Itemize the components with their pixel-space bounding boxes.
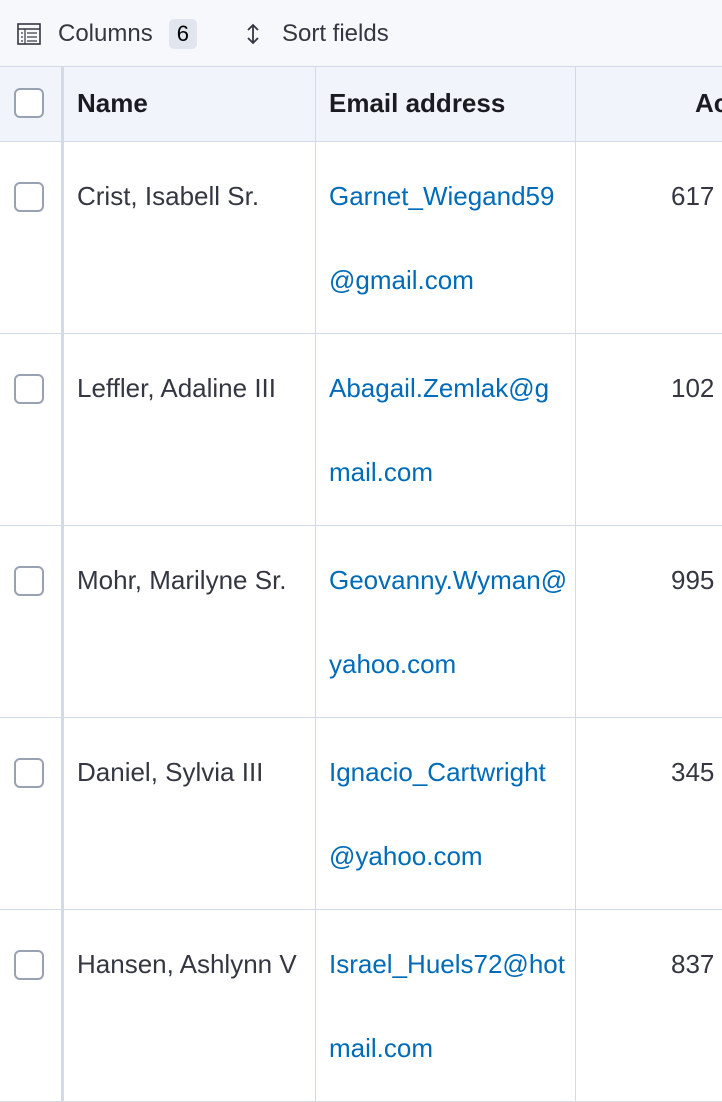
- table-row: Daniel, Sylvia III Ignacio_Cartwright@ya…: [0, 718, 722, 910]
- columns-button[interactable]: Columns 6: [16, 0, 197, 67]
- email-cell: Israel_Huels72@hotmail.com: [315, 910, 575, 1101]
- column-header-label: Name: [77, 88, 148, 118]
- email-link[interactable]: Abagail.Zemlak@gmail.com: [329, 346, 569, 514]
- table-row: Leffler, Adaline III Abagail.Zemlak@gmai…: [0, 334, 722, 526]
- email-cell: Geovanny.Wyman@yahoo.com: [315, 526, 575, 717]
- email-cell: Ignacio_Cartwright@yahoo.com: [315, 718, 575, 909]
- name-text: Leffler, Adaline III: [77, 373, 276, 403]
- email-link[interactable]: Ignacio_Cartwright@yahoo.com: [329, 730, 569, 898]
- columns-count-badge: 6: [168, 18, 197, 49]
- row-checkbox[interactable]: [14, 758, 44, 788]
- name-text: Daniel, Sylvia III: [77, 757, 264, 787]
- row-select-cell: [0, 334, 63, 525]
- email-link[interactable]: Geovanny.Wyman@yahoo.com: [329, 538, 569, 706]
- name-cell: Hansen, Ashlynn V: [63, 910, 315, 1101]
- sort-fields-button[interactable]: Sort fields: [240, 0, 389, 67]
- account-cell: 837: [575, 910, 722, 1101]
- account-cell: 102: [575, 334, 722, 525]
- select-all-checkbox[interactable]: [14, 88, 44, 118]
- email-link[interactable]: Israel_Huels72@hotmail.com: [329, 922, 569, 1090]
- email-link[interactable]: Garnet_Wiegand59@gmail.com: [329, 154, 569, 322]
- name-text: Mohr, Marilyne Sr.: [77, 565, 287, 595]
- row-select-cell: [0, 526, 63, 717]
- name-cell: Crist, Isabell Sr.: [63, 142, 315, 333]
- row-select-cell: [0, 142, 63, 333]
- column-header-email[interactable]: Email address: [315, 67, 575, 141]
- name-text: Crist, Isabell Sr.: [77, 181, 260, 211]
- row-checkbox[interactable]: [14, 374, 44, 404]
- account-text: 345: [671, 757, 715, 787]
- name-cell: Leffler, Adaline III: [63, 334, 315, 525]
- data-grid: Name Email address Ac Crist, Isabell Sr.…: [0, 67, 722, 1102]
- column-header-label: Email address: [329, 88, 506, 118]
- row-checkbox[interactable]: [14, 182, 44, 212]
- column-header-name[interactable]: Name: [63, 67, 315, 141]
- name-cell: Mohr, Marilyne Sr.: [63, 526, 315, 717]
- account-cell: 995: [575, 526, 722, 717]
- column-header-label: Ac: [695, 88, 722, 118]
- email-cell: Abagail.Zemlak@gmail.com: [315, 334, 575, 525]
- row-select-cell: [0, 718, 63, 909]
- row-select-cell: [0, 910, 63, 1101]
- sort-icon: [240, 21, 266, 47]
- table-columns-icon: [16, 21, 42, 47]
- column-header-account[interactable]: Ac: [575, 67, 722, 141]
- account-text: 617: [671, 181, 715, 211]
- account-cell: 617: [575, 142, 722, 333]
- table-row: Mohr, Marilyne Sr. Geovanny.Wyman@yahoo.…: [0, 526, 722, 718]
- account-text: 837: [671, 949, 715, 979]
- row-checkbox[interactable]: [14, 950, 44, 980]
- table-row: Hansen, Ashlynn V Israel_Huels72@hotmail…: [0, 910, 722, 1102]
- email-cell: Garnet_Wiegand59@gmail.com: [315, 142, 575, 333]
- account-text: 102: [671, 373, 715, 403]
- header-row: Name Email address Ac: [0, 67, 722, 142]
- account-text: 995: [671, 565, 715, 595]
- name-text: Hansen, Ashlynn V: [77, 949, 297, 979]
- row-checkbox[interactable]: [14, 566, 44, 596]
- table-row: Crist, Isabell Sr. Garnet_Wiegand59@gmai…: [0, 142, 722, 334]
- name-cell: Daniel, Sylvia III: [63, 718, 315, 909]
- header-select-cell: [0, 67, 63, 141]
- columns-label: Columns: [58, 19, 153, 47]
- sort-fields-label: Sort fields: [282, 19, 389, 47]
- data-grid-toolbar: Columns 6 Sort fields: [0, 0, 722, 67]
- account-cell: 345: [575, 718, 722, 909]
